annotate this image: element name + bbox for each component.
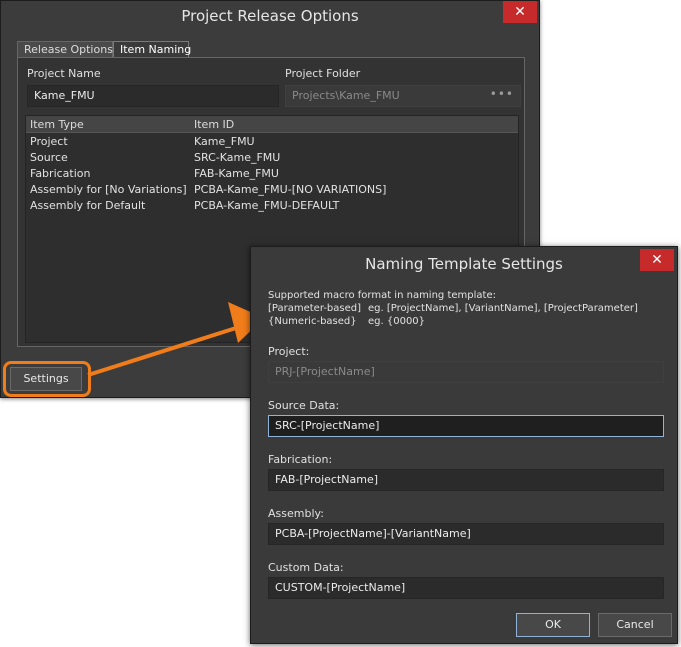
project-name-field[interactable]: Kame_FMU [27, 85, 279, 107]
table-row[interactable]: Source SRC-Kame_FMU [26, 150, 518, 166]
info-heading: Supported macro format in naming templat… [268, 290, 496, 301]
item-type-cell: Assembly for Default [30, 199, 146, 212]
table-row[interactable]: Assembly for [No Variations] PCBA-Kame_F… [26, 182, 518, 198]
info-numeric-key: {Numeric-based} [268, 316, 357, 327]
item-type-cell: Assembly for [No Variations] [30, 183, 187, 196]
item-id-cell: SRC-Kame_FMU [194, 151, 281, 164]
browse-ellipsis-icon[interactable]: ••• [490, 87, 514, 101]
dialog-title: Project Release Options [181, 7, 359, 25]
info-numeric-example: eg. {0000} [368, 316, 426, 327]
dialog-titlebar[interactable]: Project Release Options ✕ [1, 1, 539, 31]
table-row[interactable]: Fabrication FAB-Kame_FMU [26, 166, 518, 182]
grid-header: Item Type Item ID [26, 116, 518, 133]
tab-release-options[interactable]: Release Options [17, 41, 113, 58]
item-id-cell: PCBA-Kame_FMU-[NO VARIATIONS] [194, 183, 387, 196]
column-header-item-id[interactable]: Item ID [194, 118, 234, 131]
macro-format-info: Supported macro format in naming templat… [268, 289, 638, 328]
project-folder-value: Projects\Kame_FMU [292, 89, 400, 102]
item-id-cell: FAB-Kame_FMU [194, 167, 279, 180]
project-folder-label: Project Folder [285, 67, 361, 80]
info-numeric-line: {Numeric-based} eg. {0000} [268, 315, 638, 328]
source-data-field[interactable]: SRC-[ProjectName] [268, 415, 664, 437]
custom-data-label: Custom Data: [268, 561, 344, 574]
column-header-item-type[interactable]: Item Type [30, 118, 84, 131]
project-name-label: Project Name [27, 67, 101, 80]
project-folder-field: Projects\Kame_FMU ••• [285, 85, 521, 107]
info-parameter-line: [Parameter-based] eg. [ProjectName], [Var… [268, 302, 638, 315]
project-template-field: PRJ-[ProjectName] [268, 361, 664, 383]
dialog-title: Naming Template Settings [365, 255, 563, 273]
cancel-button[interactable]: Cancel [598, 613, 672, 637]
fabrication-label: Fabrication: [268, 453, 333, 466]
item-id-cell: Kame_FMU [194, 135, 255, 148]
project-label: Project: [268, 345, 310, 358]
close-icon[interactable]: ✕ [640, 249, 674, 271]
item-type-cell: Fabrication [30, 167, 91, 180]
source-data-label: Source Data: [268, 399, 340, 412]
item-type-cell: Project [30, 135, 68, 148]
dialog-titlebar[interactable]: Naming Template Settings ✕ [251, 247, 677, 277]
item-type-cell: Source [30, 151, 68, 164]
info-parameter-example: eg. [ProjectName], [VariantName], [Proje… [368, 303, 638, 314]
assembly-label: Assembly: [268, 507, 324, 520]
close-icon[interactable]: ✕ [503, 1, 537, 23]
naming-template-settings-dialog: Naming Template Settings ✕ Supported mac… [250, 246, 678, 644]
fabrication-field[interactable]: FAB-[ProjectName] [268, 469, 664, 491]
assembly-field[interactable]: PCBA-[ProjectName]-[VariantName] [268, 523, 664, 545]
ok-button[interactable]: OK [516, 613, 590, 637]
table-row[interactable]: Assembly for Default PCBA-Kame_FMU-DEFAU… [26, 198, 518, 214]
info-parameter-key: [Parameter-based] [268, 303, 361, 314]
custom-data-field[interactable]: CUSTOM-[ProjectName] [268, 577, 664, 599]
table-row[interactable]: Project Kame_FMU [26, 134, 518, 150]
item-id-cell: PCBA-Kame_FMU-DEFAULT [194, 199, 340, 212]
settings-highlight-callout [3, 361, 91, 397]
